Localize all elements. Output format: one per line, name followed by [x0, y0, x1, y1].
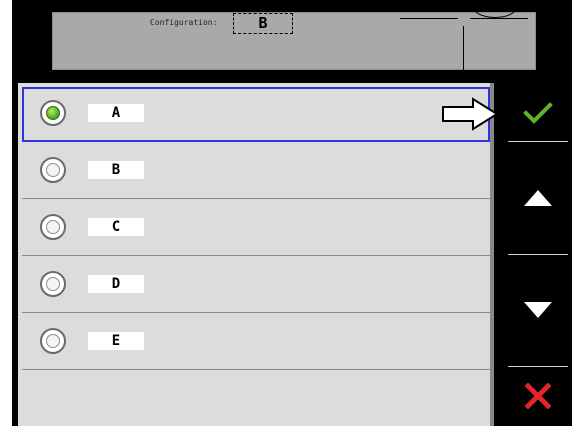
preview-line: [470, 18, 528, 19]
screen: Configuration: B A B C D E: [0, 0, 576, 426]
option-row-e[interactable]: E: [22, 315, 490, 370]
radio-button-c[interactable]: [40, 214, 66, 240]
configuration-preview: Configuration: B: [52, 0, 536, 70]
option-label-c: C: [88, 218, 144, 236]
configuration-label: Configuration:: [150, 18, 218, 27]
radio-button-e[interactable]: [40, 328, 66, 354]
left-edge: [0, 0, 12, 426]
x-icon: [525, 383, 551, 409]
scroll-down-button[interactable]: [508, 282, 568, 338]
option-row-c[interactable]: C: [22, 201, 490, 256]
option-label-d: D: [88, 275, 144, 293]
radio-button-a[interactable]: [40, 100, 66, 126]
option-list: A B C D E: [18, 83, 494, 426]
check-icon: [523, 102, 553, 124]
option-row-b[interactable]: B: [22, 144, 490, 199]
configuration-value: B: [233, 13, 293, 34]
preview-arc: [472, 0, 518, 18]
preview-divider: [463, 26, 464, 70]
right-edge: [572, 0, 576, 426]
pointer-arrow-icon: [442, 97, 499, 131]
scroll-up-button[interactable]: [508, 170, 568, 226]
control-separator: [508, 254, 568, 255]
control-separator: [508, 366, 568, 367]
option-label-b: B: [88, 161, 144, 179]
option-label-e: E: [88, 332, 144, 350]
preview-line: [400, 18, 458, 19]
cancel-button[interactable]: [508, 370, 568, 422]
list-scrollbar[interactable]: [490, 83, 494, 426]
radio-button-d[interactable]: [40, 271, 66, 297]
option-row-d[interactable]: D: [22, 258, 490, 313]
option-label-a: A: [88, 104, 144, 122]
control-separator: [508, 141, 568, 142]
radio-button-b[interactable]: [40, 157, 66, 183]
confirm-button[interactable]: [508, 86, 568, 140]
triangle-up-icon: [524, 190, 552, 206]
option-row-a[interactable]: A: [22, 87, 490, 142]
triangle-down-icon: [524, 302, 552, 318]
